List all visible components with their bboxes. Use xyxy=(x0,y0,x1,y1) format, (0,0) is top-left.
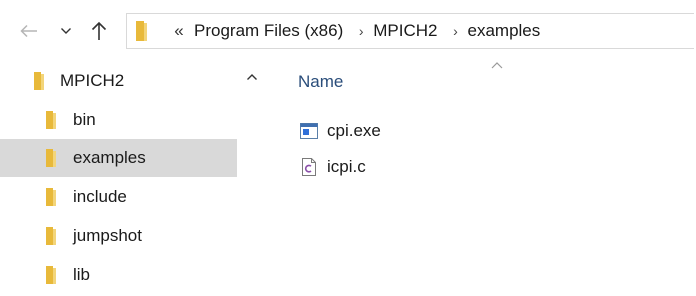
navigation-bar: « Program Files (x86) › MPICH2 › example… xyxy=(0,0,696,60)
folder-icon xyxy=(45,187,57,207)
sidebar-item-mpich2[interactable]: MPICH2 xyxy=(0,62,237,100)
breadcrumb-separator[interactable]: › xyxy=(356,23,366,39)
up-arrow-icon xyxy=(91,21,107,40)
sidebar-item-label: jumpshot xyxy=(73,226,142,245)
sidebar-item-examples[interactable]: examples xyxy=(0,139,237,177)
file-name: icpi.c xyxy=(327,157,366,176)
application-icon xyxy=(300,122,318,140)
overflow-chevron[interactable]: « xyxy=(171,21,187,41)
sort-ascending-icon xyxy=(490,60,504,70)
file-item-icpi-c[interactable]: icpi.c xyxy=(300,152,500,182)
folder-icon xyxy=(45,148,57,168)
recent-locations-button[interactable] xyxy=(56,18,76,44)
folder-icon xyxy=(33,71,45,91)
sidebar-item-bin[interactable]: bin xyxy=(0,101,237,139)
file-item-cpi-exe[interactable]: cpi.exe xyxy=(300,116,500,146)
back-arrow-icon xyxy=(20,24,37,38)
chevron-up-icon xyxy=(247,74,257,80)
column-header-name[interactable]: Name xyxy=(298,72,343,92)
file-explorer-window: « Program Files (x86) › MPICH2 › example… xyxy=(0,0,696,296)
scroll-up-button[interactable] xyxy=(243,70,261,84)
chevron-down-icon xyxy=(61,28,71,34)
breadcrumb-examples[interactable]: examples xyxy=(468,21,541,41)
breadcrumb-program-files[interactable]: Program Files (x86) xyxy=(194,21,343,41)
folder-icon xyxy=(135,20,149,42)
sidebar-item-include[interactable]: include xyxy=(0,178,237,216)
sidebar-item-lib[interactable]: lib xyxy=(0,256,237,294)
folder-icon xyxy=(45,265,57,285)
breadcrumb-separator[interactable]: › xyxy=(451,23,461,39)
up-button[interactable] xyxy=(88,18,110,44)
file-list: Name cpi.exe icpi.c xyxy=(268,60,696,296)
folder-icon xyxy=(45,226,57,246)
back-button[interactable] xyxy=(18,18,40,44)
sidebar-item-label: bin xyxy=(73,110,96,129)
sidebar-item-jumpshot[interactable]: jumpshot xyxy=(0,217,237,255)
sidebar-item-label: MPICH2 xyxy=(60,71,125,90)
breadcrumb-mpich2[interactable]: MPICH2 xyxy=(373,21,437,41)
sidebar-item-label: examples xyxy=(73,148,146,167)
c-source-file-icon xyxy=(300,158,318,176)
sidebar-item-label: include xyxy=(73,187,127,206)
sidebar-item-label: lib xyxy=(73,265,91,284)
file-name: cpi.exe xyxy=(327,121,381,140)
folder-icon xyxy=(45,110,57,130)
address-bar[interactable]: « Program Files (x86) › MPICH2 › example… xyxy=(126,13,694,49)
navigation-pane: MPICH2 bin examples include jumpshot lib xyxy=(0,60,268,296)
